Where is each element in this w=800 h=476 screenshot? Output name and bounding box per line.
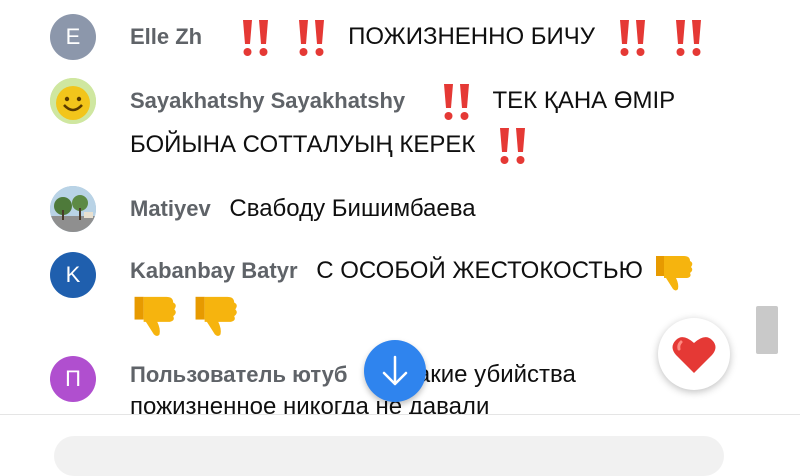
smiley-avatar-icon (50, 78, 96, 124)
avatar[interactable]: П (50, 356, 96, 402)
double-exclamation-icon (299, 19, 325, 56)
scrollbar-thumb[interactable] (756, 306, 778, 354)
like-reaction-button[interactable] (658, 318, 730, 390)
heart-icon (672, 337, 716, 373)
message-line (130, 290, 241, 340)
divider (0, 414, 800, 415)
double-exclamation-icon (676, 19, 702, 56)
author-name: Sayakhatshy Sayakhatshy (130, 88, 406, 113)
double-exclamation-icon (500, 127, 526, 164)
message-text: БОЙЫНА СОТТАЛУЫҢ КЕРЕК (130, 131, 476, 158)
double-exclamation-icon (242, 19, 268, 56)
author-name: Elle Zh (130, 24, 203, 49)
avatar[interactable] (50, 78, 96, 124)
message-text: ПОЖИЗНЕННО БИЧУ (348, 23, 596, 50)
message-text: С ОСОБОЙ ЖЕСТОКОСТЬЮ (316, 257, 643, 284)
double-exclamation-icon (443, 83, 469, 120)
message-text: Свабоду Бишимбаева (229, 195, 476, 222)
chat-input-field[interactable] (54, 436, 724, 476)
arrow-down-icon (382, 355, 408, 386)
avatar-letter: K (65, 262, 81, 287)
message-line: пожизненное никогда не давали (130, 384, 489, 414)
thumbs-down-icon (134, 296, 176, 337)
double-exclamation-icon (619, 19, 645, 56)
avatar[interactable]: K (50, 252, 96, 298)
avatar-letter: П (65, 366, 81, 391)
message-line: Matiyev Свабоду Бишимбаева (130, 186, 476, 232)
tree-photo-avatar-icon (50, 186, 96, 232)
message-line: Sayakhatshy Sayakhatshy ТЕК ҚАНА ӨМІР (130, 78, 675, 124)
message-line: БОЙЫНА СОТТАЛУЫҢ КЕРЕК (130, 122, 530, 168)
message-line: Kabanbay Batyr С ОСОБОЙ ЖЕСТОКОСТЬЮ (130, 248, 696, 294)
thumbs-down-icon (655, 255, 692, 291)
thumbs-down-icon (195, 296, 237, 337)
message-text: ТЕК ҚАНА ӨМІР (492, 87, 676, 114)
scroll-to-bottom-button[interactable] (364, 340, 426, 402)
avatar-letter: E (65, 24, 81, 49)
avatar[interactable] (50, 186, 96, 232)
message-text: пожизненное никогда не давали (130, 393, 490, 414)
avatar[interactable]: E (50, 14, 96, 60)
author-name: Kabanbay Batyr (130, 258, 298, 283)
message-line: Elle Zh ПОЖИЗНЕННО БИЧУ (130, 14, 706, 60)
author-name: Matiyev (130, 196, 211, 221)
